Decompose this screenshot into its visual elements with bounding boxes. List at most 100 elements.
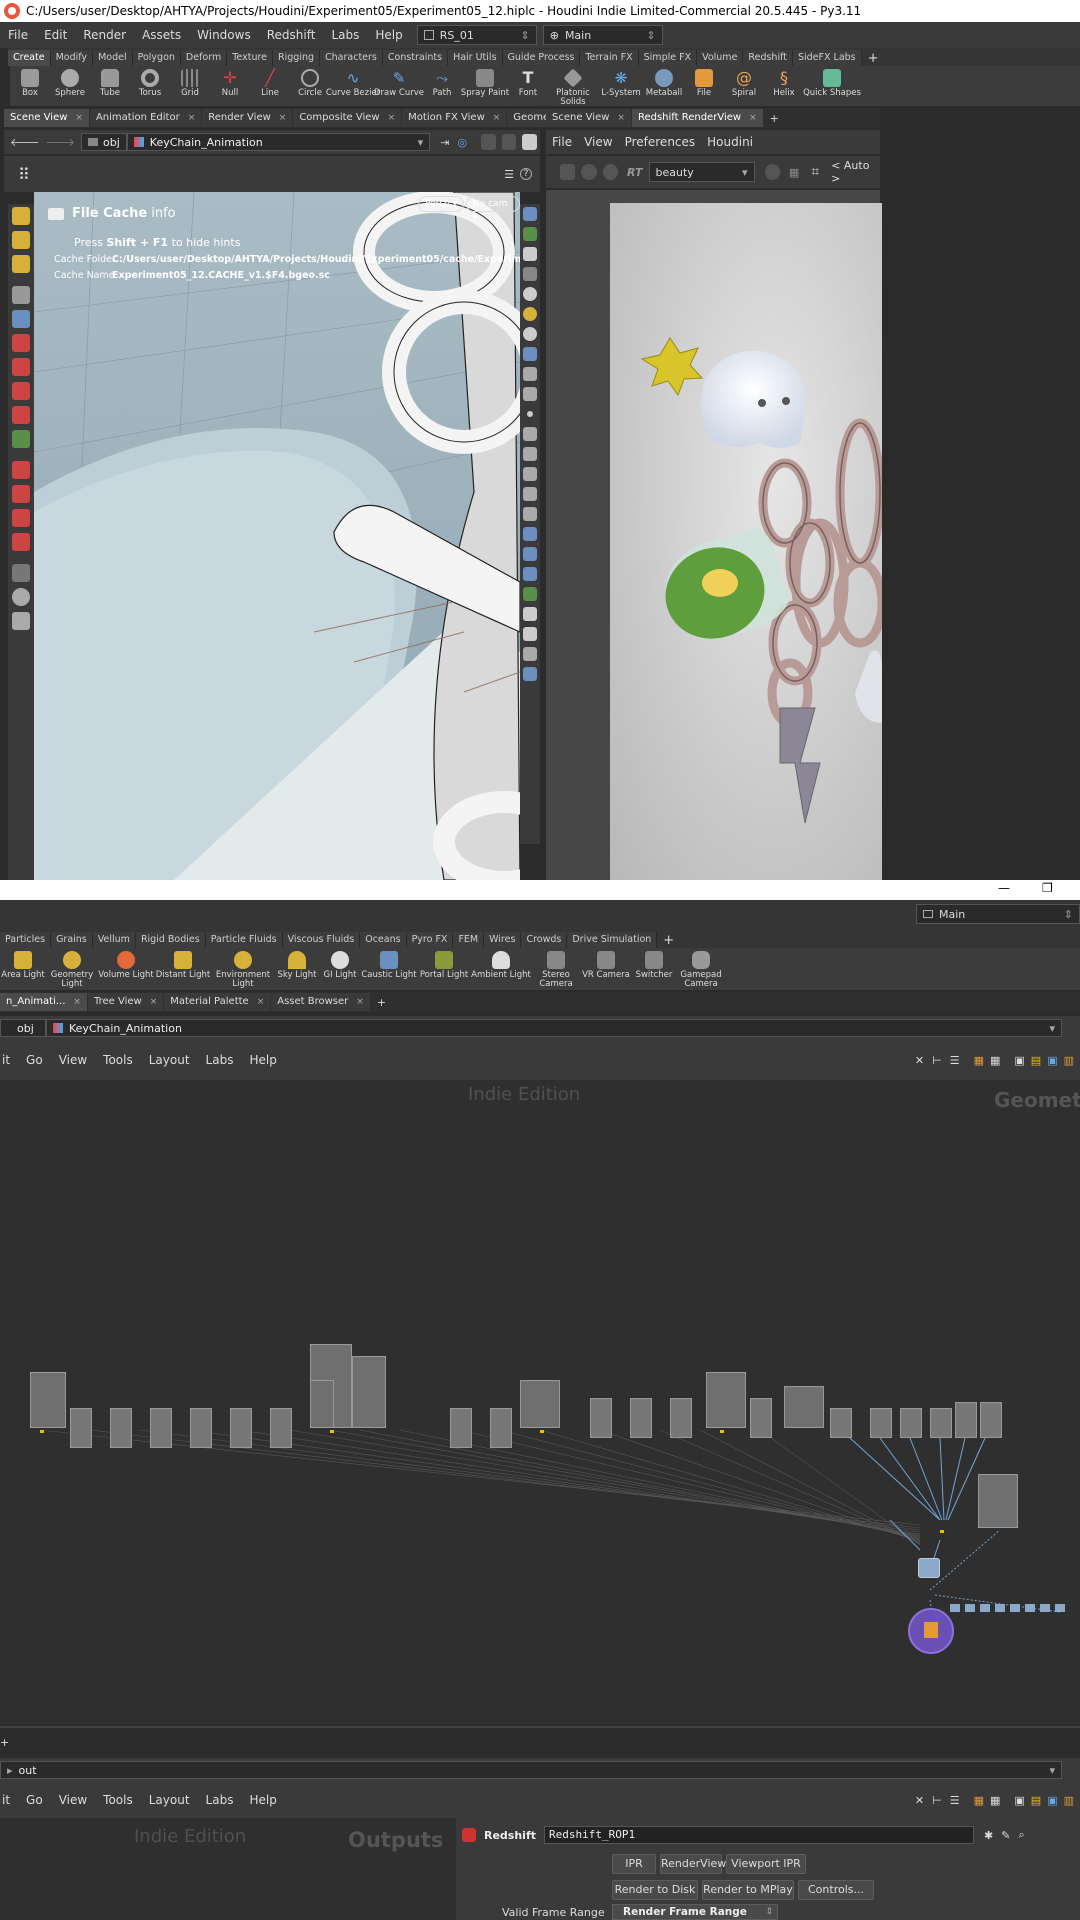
network-node[interactable] [590, 1398, 612, 1438]
back-arrow-icon[interactable]: 🡐 [10, 135, 40, 149]
rt-toggle[interactable]: RT [627, 166, 642, 179]
tool-spray-paint[interactable]: Spray Paint [461, 66, 509, 98]
out-menu-go[interactable]: Go [18, 1793, 51, 1807]
network-node[interactable] [150, 1408, 172, 1448]
rv-menu-houdini[interactable]: Houdini [701, 135, 759, 149]
tool-ambient-light[interactable]: Ambient Light [470, 948, 532, 980]
gear-icon[interactable]: ✱ [984, 1829, 993, 1842]
tool-metaball[interactable]: Metaball [644, 66, 684, 98]
clapper-icon[interactable] [560, 164, 576, 180]
shelf-tab-vellum[interactable]: Vellum [92, 932, 136, 948]
network-node[interactable] [955, 1402, 977, 1438]
tool-portal-light[interactable]: Portal Light [418, 948, 470, 980]
network-node[interactable] [706, 1372, 746, 1428]
network-node[interactable] [978, 1474, 1018, 1528]
net-menu-labs[interactable]: Labs [198, 1053, 242, 1067]
color-palette-icon[interactable]: ▦ [974, 1794, 984, 1807]
selected-output-node[interactable] [908, 1608, 954, 1654]
out-menu-edit[interactable]: it [0, 1793, 18, 1807]
renderview-button[interactable]: RenderView [660, 1854, 726, 1874]
render-to-disk-button[interactable]: Render to Disk [612, 1880, 698, 1900]
shelf-tab-redshift[interactable]: Redshift [743, 50, 793, 66]
shelf-tab-hair-utils[interactable]: Hair Utils [448, 50, 503, 66]
network-node[interactable] [980, 1604, 990, 1612]
light-bulb-icon[interactable] [523, 307, 537, 321]
shelf-tab-pyro-fx[interactable]: Pyro FX [406, 932, 454, 948]
network-node[interactable] [352, 1356, 386, 1428]
desktop-select-bottom[interactable]: Main ⇕ [916, 904, 1080, 924]
close-icon[interactable]: × [188, 109, 196, 127]
tool-vr-camera[interactable]: VR Camera [580, 948, 632, 980]
shelf-tab-terrain-fx[interactable]: Terrain FX [580, 50, 639, 66]
pose-tool-icon[interactable] [12, 406, 30, 424]
shelf-tab-drive-simulation[interactable]: Drive Simulation [567, 932, 658, 948]
controls-button[interactable]: Controls... [798, 1880, 874, 1900]
chevron-down-icon[interactable]: ▾ [418, 136, 424, 149]
tool-grid[interactable]: Grid [170, 66, 210, 98]
network-editor[interactable]: Indie Edition Geomet [0, 1080, 1080, 1726]
tool-distant-light[interactable]: Distant Light [154, 948, 212, 980]
image-icon[interactable] [523, 547, 537, 561]
frame-range-select[interactable]: Render Frame Range ⇕ [612, 1904, 778, 1920]
add-pane-icon[interactable]: + [0, 1736, 9, 1749]
tab-material-palette[interactable]: Material Palette × [164, 993, 271, 1011]
renderer-select[interactable]: RS_01 ⇕ [416, 25, 537, 45]
curve-icon[interactable] [523, 507, 537, 521]
render-stop-icon[interactable] [581, 164, 597, 180]
network-node[interactable] [995, 1604, 1005, 1612]
network-node[interactable] [1010, 1604, 1020, 1612]
shelf-tab-create[interactable]: Create [8, 50, 51, 66]
tab-composite-view[interactable]: Composite View × [293, 109, 402, 127]
shelf-tab-particles[interactable]: Particles [0, 932, 52, 948]
network-node[interactable] [190, 1408, 212, 1448]
display-icon[interactable] [523, 207, 537, 221]
desktop-select[interactable]: ⊕ Main ⇕ [542, 25, 663, 45]
network-node[interactable] [950, 1604, 960, 1612]
shelf-tab-constraints[interactable]: Constraints [382, 50, 449, 66]
template-icon[interactable] [523, 387, 537, 401]
network-node[interactable] [784, 1386, 824, 1428]
point-display-icon[interactable] [527, 411, 533, 417]
shelf-tab-simple-fx[interactable]: Simple FX [638, 50, 698, 66]
handle-tool-icon[interactable] [12, 430, 30, 448]
net-menu-layout[interactable]: Layout [141, 1053, 198, 1067]
network-box-icon[interactable]: ▥ [1064, 1794, 1074, 1807]
background-image-icon[interactable]: ▣ [1014, 1794, 1024, 1807]
wrench-icon[interactable]: ✕ [915, 1794, 924, 1807]
tool-torus[interactable]: Torus [130, 66, 170, 98]
net-menu-tools[interactable]: Tools [95, 1053, 141, 1067]
tool-sphere[interactable]: Sphere [50, 66, 90, 98]
tool-stereo-camera[interactable]: Stereo Camera [532, 948, 580, 989]
tool-caustic-light[interactable]: Caustic Light [360, 948, 418, 980]
network-node[interactable] [110, 1408, 132, 1448]
pointer-icon[interactable] [12, 286, 30, 304]
tab-asset-browser[interactable]: Asset Browser × [271, 993, 370, 1011]
lasso-icon[interactable] [12, 485, 30, 503]
network-node[interactable] [930, 1408, 952, 1438]
menu-file[interactable]: File [0, 28, 36, 42]
grid-view-icon[interactable]: ▦ [990, 1794, 1000, 1807]
tool-draw-curve[interactable]: ✎ Draw Curve [374, 66, 424, 98]
network-node[interactable] [30, 1372, 66, 1428]
net-menu-go[interactable]: Go [18, 1053, 51, 1067]
add-shelf-icon[interactable]: + [862, 51, 885, 66]
render-region-icon[interactable] [12, 612, 30, 630]
tool-switcher[interactable]: Switcher [632, 948, 676, 980]
persp-menu[interactable]: Persp ▾ [418, 196, 465, 212]
geometry-icon[interactable] [523, 587, 537, 601]
hand-icon[interactable] [523, 467, 537, 481]
shelf-tab-grains[interactable]: Grains [51, 932, 93, 948]
snapshot-icon[interactable] [764, 164, 780, 180]
tool-file[interactable]: File [684, 66, 724, 98]
rotate-tool-icon[interactable] [12, 358, 30, 376]
grid-overlay-icon[interactable]: ▦ [789, 166, 799, 179]
out-network-editor[interactable]: Indie Edition Outputs [0, 1818, 456, 1920]
network-path-node[interactable]: KeyChain_Animation ▾ [46, 1019, 1062, 1037]
close-icon[interactable]: × [493, 109, 501, 127]
menu-redshift[interactable]: Redshift [259, 28, 324, 42]
network-node[interactable] [520, 1380, 560, 1428]
tool-helix[interactable]: § Helix [764, 66, 804, 98]
add-tab-icon[interactable]: + [770, 112, 779, 125]
net-menu-edit[interactable]: it [0, 1053, 18, 1067]
sticky-note-icon[interactable]: ▤ [1031, 1794, 1041, 1807]
